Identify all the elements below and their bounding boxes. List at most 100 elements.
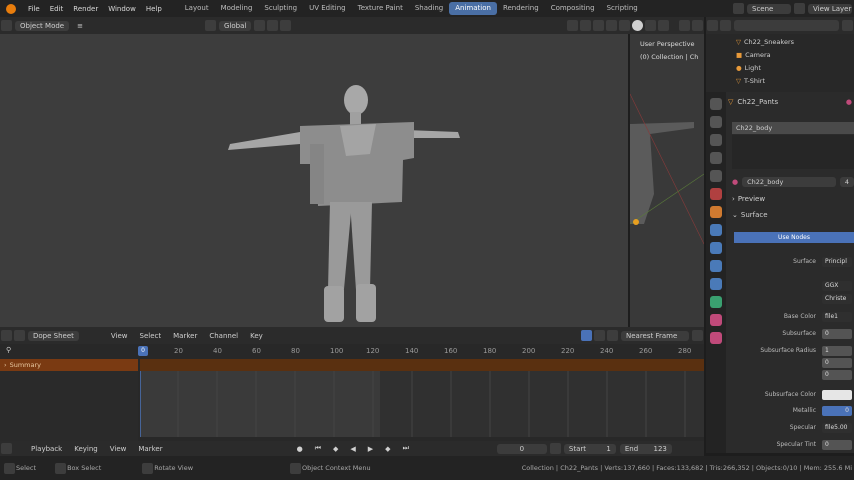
subsurface-field[interactable]: 0 <box>822 328 852 339</box>
snap-icon[interactable] <box>267 20 279 31</box>
gizmo-icon[interactable] <box>580 20 591 31</box>
menu-edit[interactable]: Edit <box>45 5 69 13</box>
outliner-editor-icon[interactable] <box>707 20 718 31</box>
tab-texture-paint[interactable]: Texture Paint <box>352 2 409 15</box>
surface-panel-header[interactable]: ⌄ Surface <box>732 211 768 219</box>
tab-rendering[interactable]: Rendering <box>497 2 545 15</box>
outliner-item[interactable]: ▽ T-Shirt <box>736 75 765 86</box>
subsurface-radius-z[interactable]: 0 <box>822 369 852 380</box>
distribution-dropdown[interactable]: GGX <box>822 280 852 291</box>
menu-keying[interactable]: Keying <box>70 444 102 454</box>
menu-key[interactable]: Key <box>246 331 267 341</box>
scene-selector[interactable]: Scene <box>747 3 791 14</box>
dope-sheet-mode-selector[interactable]: Dope Sheet <box>28 330 79 341</box>
end-frame-field[interactable]: End 123 <box>619 443 672 454</box>
tab-compositing[interactable]: Compositing <box>545 2 601 15</box>
dope-sheet-mode-icon[interactable] <box>14 330 25 341</box>
subsurface-color-swatch[interactable] <box>822 389 852 400</box>
world-tab-icon[interactable] <box>710 188 722 200</box>
menu-channel[interactable]: Channel <box>205 331 242 341</box>
show-hidden-icon[interactable] <box>594 330 605 341</box>
menu-marker[interactable]: Marker <box>134 444 166 454</box>
visibility-icon[interactable] <box>567 20 578 31</box>
metallic-field[interactable]: 0 <box>822 405 852 416</box>
menu-marker[interactable]: Marker <box>169 331 201 341</box>
rendered-shading-icon[interactable] <box>658 20 669 31</box>
jump-end-icon[interactable]: ⏭ <box>399 443 413 454</box>
solid-shading-icon[interactable] <box>632 20 643 31</box>
hamburger-icon[interactable]: ≡ <box>73 21 87 31</box>
clock-icon[interactable] <box>549 443 561 454</box>
material-tab-icon[interactable] <box>710 314 722 326</box>
tab-shading[interactable]: Shading <box>409 2 449 15</box>
filter-icon[interactable] <box>842 20 853 31</box>
tool-tab-icon[interactable] <box>710 98 722 110</box>
specular-field[interactable]: file5.00 <box>822 422 852 433</box>
view-layer-selector[interactable]: View Layer <box>808 3 852 14</box>
menu-playback[interactable]: Playback <box>27 444 66 454</box>
tab-scripting[interactable]: Scripting <box>601 2 644 15</box>
view-layer-tab-icon[interactable] <box>710 152 722 164</box>
subsurface-radius-y[interactable]: 0 <box>822 357 852 368</box>
start-frame-field[interactable]: Start 1 <box>563 443 616 454</box>
overlay-icon[interactable] <box>593 20 604 31</box>
menu-view[interactable]: View <box>106 444 131 454</box>
jump-keyframe-forward-icon[interactable]: ◆ <box>381 444 394 454</box>
sphere-icon[interactable]: ● <box>732 178 738 186</box>
physics-tab-icon[interactable] <box>710 260 722 272</box>
pivot-icon[interactable] <box>254 20 266 31</box>
3d-viewport[interactable] <box>0 34 628 327</box>
constraints-tab-icon[interactable] <box>710 278 722 290</box>
use-nodes-button[interactable]: Use Nodes <box>734 232 854 243</box>
tab-sculpting[interactable]: Sculpting <box>258 2 303 15</box>
summary-channel[interactable]: › Summary <box>0 359 138 371</box>
proportional-icon[interactable] <box>692 330 703 341</box>
tab-uv-editing[interactable]: UV Editing <box>303 2 352 15</box>
outliner-item[interactable]: ● Light <box>736 62 761 73</box>
transform-orientation-icon[interactable] <box>204 20 216 31</box>
tab-layout[interactable]: Layout <box>179 2 215 15</box>
editor-type-icon[interactable] <box>1 330 12 341</box>
display-mode-icon[interactable] <box>720 20 731 31</box>
timeline-editor-icon[interactable] <box>1 443 12 454</box>
specular-tint-field[interactable]: 0 <box>822 439 852 450</box>
preview-panel-header[interactable]: › Preview <box>732 195 765 203</box>
material-slot-list[interactable]: Ch22_body <box>732 122 854 134</box>
xray-icon[interactable] <box>606 20 617 31</box>
frame-ruler[interactable]: 0 20 40 60 80 100 120 140 160 180 200 22… <box>138 344 704 358</box>
outliner-search-input[interactable] <box>734 20 839 31</box>
data-tab-icon[interactable] <box>710 296 722 308</box>
current-frame-marker[interactable]: 0 <box>138 346 148 356</box>
modifier-tab-icon[interactable] <box>710 224 722 236</box>
surface-shader-field[interactable]: Principl <box>822 256 852 267</box>
texture-tab-icon[interactable] <box>710 332 722 344</box>
render-tab-icon[interactable] <box>710 116 722 128</box>
jump-start-icon[interactable]: ⏮ <box>311 443 325 454</box>
filter-icon[interactable] <box>607 330 618 341</box>
snap-selector[interactable]: Nearest Frame <box>621 330 689 341</box>
menu-file[interactable]: File <box>23 5 45 13</box>
subsurface-method-dropdown[interactable]: Christe <box>822 293 852 304</box>
scene-tab-icon[interactable] <box>710 170 722 182</box>
material-shading-icon[interactable] <box>645 20 656 31</box>
base-color-field[interactable]: file1 <box>822 311 852 322</box>
only-selected-icon[interactable] <box>581 330 592 341</box>
menu-select[interactable]: Select <box>136 331 166 341</box>
particles-tab-icon[interactable] <box>710 242 722 254</box>
side-view-icon[interactable] <box>679 20 690 31</box>
side-view-mode-icon[interactable] <box>692 20 703 31</box>
editor-type-icon[interactable] <box>1 20 12 31</box>
view-layer-icon[interactable] <box>794 3 805 14</box>
scene-icon[interactable] <box>733 3 744 14</box>
mode-selector[interactable]: Object Mode <box>15 20 70 31</box>
output-tab-icon[interactable] <box>710 134 722 146</box>
outliner-item[interactable]: ▽ Ch22_Sneakers <box>736 36 794 47</box>
record-icon[interactable]: ● <box>293 444 307 454</box>
user-count[interactable]: 4 <box>839 177 854 187</box>
menu-view[interactable]: View <box>107 331 132 341</box>
current-frame-field[interactable]: 0 <box>496 443 547 454</box>
subsurface-radius-x[interactable]: 1 <box>822 345 852 356</box>
object-tab-icon[interactable] <box>710 206 722 218</box>
wireframe-shading-icon[interactable] <box>619 20 630 31</box>
jump-keyframe-back-icon[interactable]: ◆ <box>329 444 342 454</box>
